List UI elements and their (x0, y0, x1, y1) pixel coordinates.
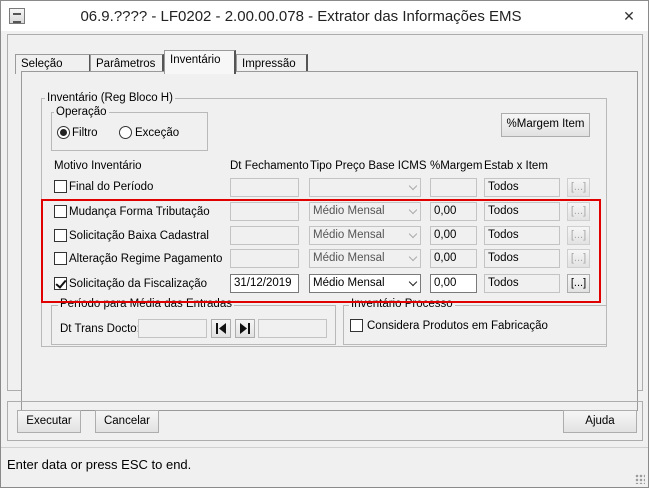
status-text: Enter data or press ESC to end. (7, 457, 192, 472)
tipo-regime-pagamento-value: Médio Mensal (313, 252, 385, 264)
margem-regime-pagamento: 0,00 (430, 249, 477, 268)
tab-inventario[interactable]: Inventário (164, 50, 236, 74)
title-bar: 06.9.???? - LF0202 - 2.00.00.078 - Extra… (1, 1, 648, 31)
periodo-group-title: Período para Média das Entradas (58, 298, 234, 311)
estab-button-mudanca-tributacao[interactable]: [...] (567, 202, 590, 221)
close-icon[interactable]: ✕ (618, 6, 640, 26)
dt-trans-docto-from (138, 319, 207, 338)
tipo-baixa-cadastral-value: Médio Mensal (313, 229, 385, 241)
estab-button-regime-pagamento[interactable]: [...] (567, 249, 590, 268)
label-considera-fabricacao: Considera Produtos em Fabricação (367, 320, 548, 332)
estab-final-periodo: Todos (484, 178, 560, 197)
cancelar-button[interactable]: Cancelar (95, 410, 159, 433)
processo-group-title: Inventário Processo (349, 298, 455, 311)
label-final-periodo: Final do Período (69, 181, 154, 193)
radio-excecao-label: Exceção (135, 127, 180, 139)
label-baixa-cadastral: Solicitação Baixa Cadastral (69, 230, 209, 242)
radio-filtro[interactable] (57, 126, 70, 139)
estab-solicitacao-fiscalizacao: Todos (484, 274, 560, 293)
label-mudanca-tributacao: Mudança Forma Tributação (69, 206, 210, 218)
estab-mudanca-tributacao: Todos (484, 202, 560, 221)
tipo-mudanca-tributacao: Médio Mensal (309, 202, 421, 221)
dt-trans-docto-to (258, 319, 327, 338)
estab-regime-pagamento: Todos (484, 249, 560, 268)
skip-first-icon (216, 323, 226, 334)
checkbox-solicitacao-fiscalizacao[interactable] (54, 277, 67, 290)
header-margem: %Margem (430, 160, 483, 172)
resize-grip-icon[interactable] (635, 474, 645, 484)
margem-final-periodo (430, 178, 477, 197)
tipo-solicitacao-fiscalizacao[interactable]: Médio Mensal (309, 274, 421, 293)
chevron-down-icon (408, 252, 418, 262)
estab-button-final-periodo[interactable]: [...] (567, 178, 590, 197)
tipo-final-periodo (309, 178, 421, 197)
header-dt-fechamento: Dt Fechamento (230, 160, 309, 172)
dt-regime-pagamento (230, 249, 299, 268)
header-tipo-preco: Tipo Preço Base ICMS (310, 160, 427, 172)
label-regime-pagamento: Alteração Regime Pagamento (69, 253, 223, 265)
margem-item-button[interactable]: %Margem Item (501, 113, 590, 137)
margem-mudanca-tributacao: 0,00 (430, 202, 477, 221)
header-motivo: Motivo Inventário (54, 160, 142, 172)
tipo-mudanca-tributacao-value: Médio Mensal (313, 205, 385, 217)
label-solicitacao-fiscalizacao: Solicitação da Fiscalização (69, 278, 208, 290)
window-title: 06.9.???? - LF0202 - 2.00.00.078 - Extra… (80, 8, 522, 25)
app-window: 06.9.???? - LF0202 - 2.00.00.078 - Extra… (0, 0, 649, 488)
estab-baixa-cadastral: Todos (484, 226, 560, 245)
chevron-down-icon (408, 205, 418, 215)
estab-button-baixa-cadastral[interactable]: [...] (567, 226, 590, 245)
radio-excecao[interactable] (119, 126, 132, 139)
checkbox-baixa-cadastral[interactable] (54, 229, 67, 242)
tipo-regime-pagamento: Médio Mensal (309, 249, 421, 268)
checkbox-regime-pagamento[interactable] (54, 252, 67, 265)
dt-trans-docto-label: Dt Trans Docto: (60, 323, 140, 335)
skip-last-icon (240, 323, 250, 334)
status-bar: Enter data or press ESC to end. (1, 447, 648, 487)
first-page-button[interactable] (211, 319, 231, 338)
ajuda-button[interactable]: Ajuda (563, 410, 637, 433)
executar-button[interactable]: Executar (17, 410, 81, 433)
margem-baixa-cadastral: 0,00 (430, 226, 477, 245)
chevron-down-icon (408, 181, 418, 191)
dt-solicitacao-fiscalizacao[interactable]: 31/12/2019 (230, 274, 299, 293)
header-estab: Estab x Item (484, 160, 548, 172)
dt-baixa-cadastral (230, 226, 299, 245)
margem-solicitacao-fiscalizacao[interactable]: 0,00 (430, 274, 477, 293)
radio-filtro-label: Filtro (72, 127, 98, 139)
checkbox-final-periodo[interactable] (54, 180, 67, 193)
chevron-down-icon (408, 277, 418, 287)
chevron-down-icon (408, 229, 418, 239)
checkbox-considera-fabricacao[interactable] (350, 319, 363, 332)
dt-mudanca-tributacao (230, 202, 299, 221)
last-page-button[interactable] (235, 319, 255, 338)
estab-button-solicitacao-fiscalizacao[interactable]: [...] (567, 274, 590, 293)
checkbox-mudanca-tributacao[interactable] (54, 205, 67, 218)
operacao-group-title: Operação (54, 106, 109, 119)
tipo-baixa-cadastral: Médio Mensal (309, 226, 421, 245)
inventario-group-title: Inventário (Reg Bloco H) (45, 92, 175, 105)
dt-final-periodo (230, 178, 299, 197)
tipo-solicitacao-fiscalizacao-value: Médio Mensal (313, 277, 385, 289)
